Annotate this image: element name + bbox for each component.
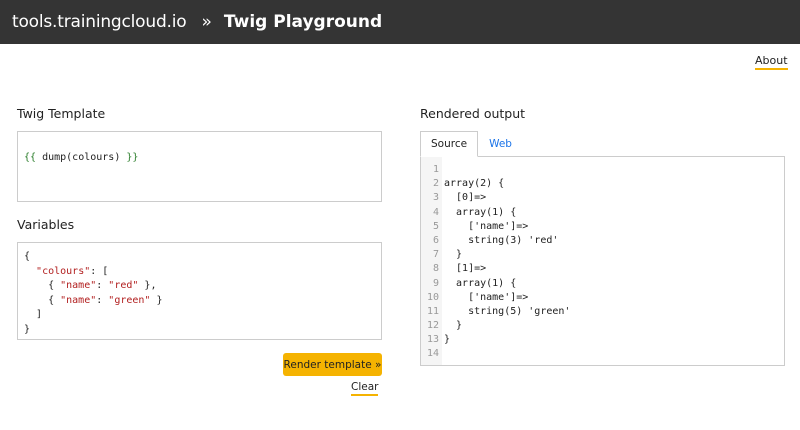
variables-line: ]	[24, 308, 375, 323]
json-token: ]	[24, 309, 43, 320]
json-string: "red"	[108, 280, 139, 291]
line-number: 4	[432, 206, 439, 218]
output-line: }	[444, 334, 451, 346]
breadcrumb-separator: »	[201, 12, 212, 32]
variables-line: { "name": "red" },	[24, 279, 375, 294]
top-bar: tools.trainingcloud.io » Twig Playground	[0, 0, 800, 44]
line-number: 9	[432, 277, 439, 289]
json-token: {	[24, 251, 31, 262]
about-link[interactable]: About	[755, 54, 788, 70]
line-number: 11	[426, 305, 439, 317]
render-template-button[interactable]: Render template »	[283, 353, 382, 376]
json-token: }	[24, 323, 31, 335]
json-token: : [	[90, 265, 109, 277]
json-key: "name"	[60, 280, 97, 291]
output-line: [0]=>	[444, 192, 487, 204]
json-token: {	[24, 280, 61, 291]
json-string: "green"	[108, 294, 151, 306]
template-expression: dump(colours)	[36, 152, 127, 163]
clear-link[interactable]: Clear	[351, 381, 379, 396]
variables-editor[interactable]: { "colours": [ { "name": "red" }, { "nam…	[17, 242, 382, 340]
line-number: 8	[432, 263, 439, 275]
line-number: 10	[426, 291, 439, 303]
template-label: Twig Template	[17, 106, 106, 121]
variables-line: { "name": "green" }	[24, 294, 375, 309]
output-label: Rendered output	[420, 106, 526, 121]
site-name[interactable]: tools.trainingcloud.io	[12, 12, 187, 32]
output-line: }	[444, 249, 463, 261]
variables-line: "colours": [	[24, 265, 375, 280]
output-line: array(1) {	[444, 277, 517, 289]
output-line: ['name']=>	[444, 291, 529, 303]
template-code-line: {{ dump(colours) }}	[24, 152, 375, 163]
line-number: 1	[432, 164, 439, 175]
variables-label: Variables	[17, 217, 75, 232]
page-title: Twig Playground	[223, 12, 383, 32]
json-token: :	[96, 280, 109, 291]
output-code: array(2) { [0]=> array(1) { ['name']=> s…	[444, 163, 570, 362]
line-number: 5	[432, 220, 439, 232]
output-line: [1]=>	[444, 263, 487, 275]
output-line: string(3) 'red'	[444, 234, 559, 246]
output-line: array(1) {	[444, 206, 517, 218]
line-number-gutter: 1 2 3 4 5 6 7 8 9 10 11 12 13 14	[421, 157, 442, 365]
variables-line: }	[24, 323, 375, 338]
template-open-brace: {{	[24, 152, 37, 163]
json-token: }	[150, 294, 163, 306]
output-tabs: Source Web	[420, 131, 523, 157]
json-token: :	[96, 294, 109, 306]
line-number: 6	[432, 234, 439, 246]
output-line: string(5) 'green'	[444, 305, 571, 317]
template-close-brace: }}	[126, 152, 139, 163]
line-number: 13	[426, 334, 439, 346]
line-number: 12	[426, 320, 439, 332]
output-line: ['name']=>	[444, 220, 529, 232]
template-editor[interactable]: {{ dump(colours) }}	[17, 131, 382, 202]
json-token: },	[138, 280, 157, 291]
line-number: 2	[432, 178, 439, 190]
output-viewer[interactable]: 1 2 3 4 5 6 7 8 9 10 11 12 13 14 array(2) { [0]=> arr…	[420, 156, 785, 366]
tab-source[interactable]: Source	[420, 131, 479, 157]
output-line: }	[444, 320, 463, 332]
line-number: 7	[432, 249, 439, 261]
output-line: array(2) {	[444, 178, 505, 190]
line-number: 14	[426, 348, 439, 360]
json-token: {	[24, 294, 61, 306]
variables-line: {	[24, 250, 375, 265]
json-key: "colours"	[36, 265, 91, 277]
line-number: 3	[432, 192, 439, 204]
json-key: "name"	[60, 294, 97, 306]
tab-web[interactable]: Web	[478, 131, 523, 157]
